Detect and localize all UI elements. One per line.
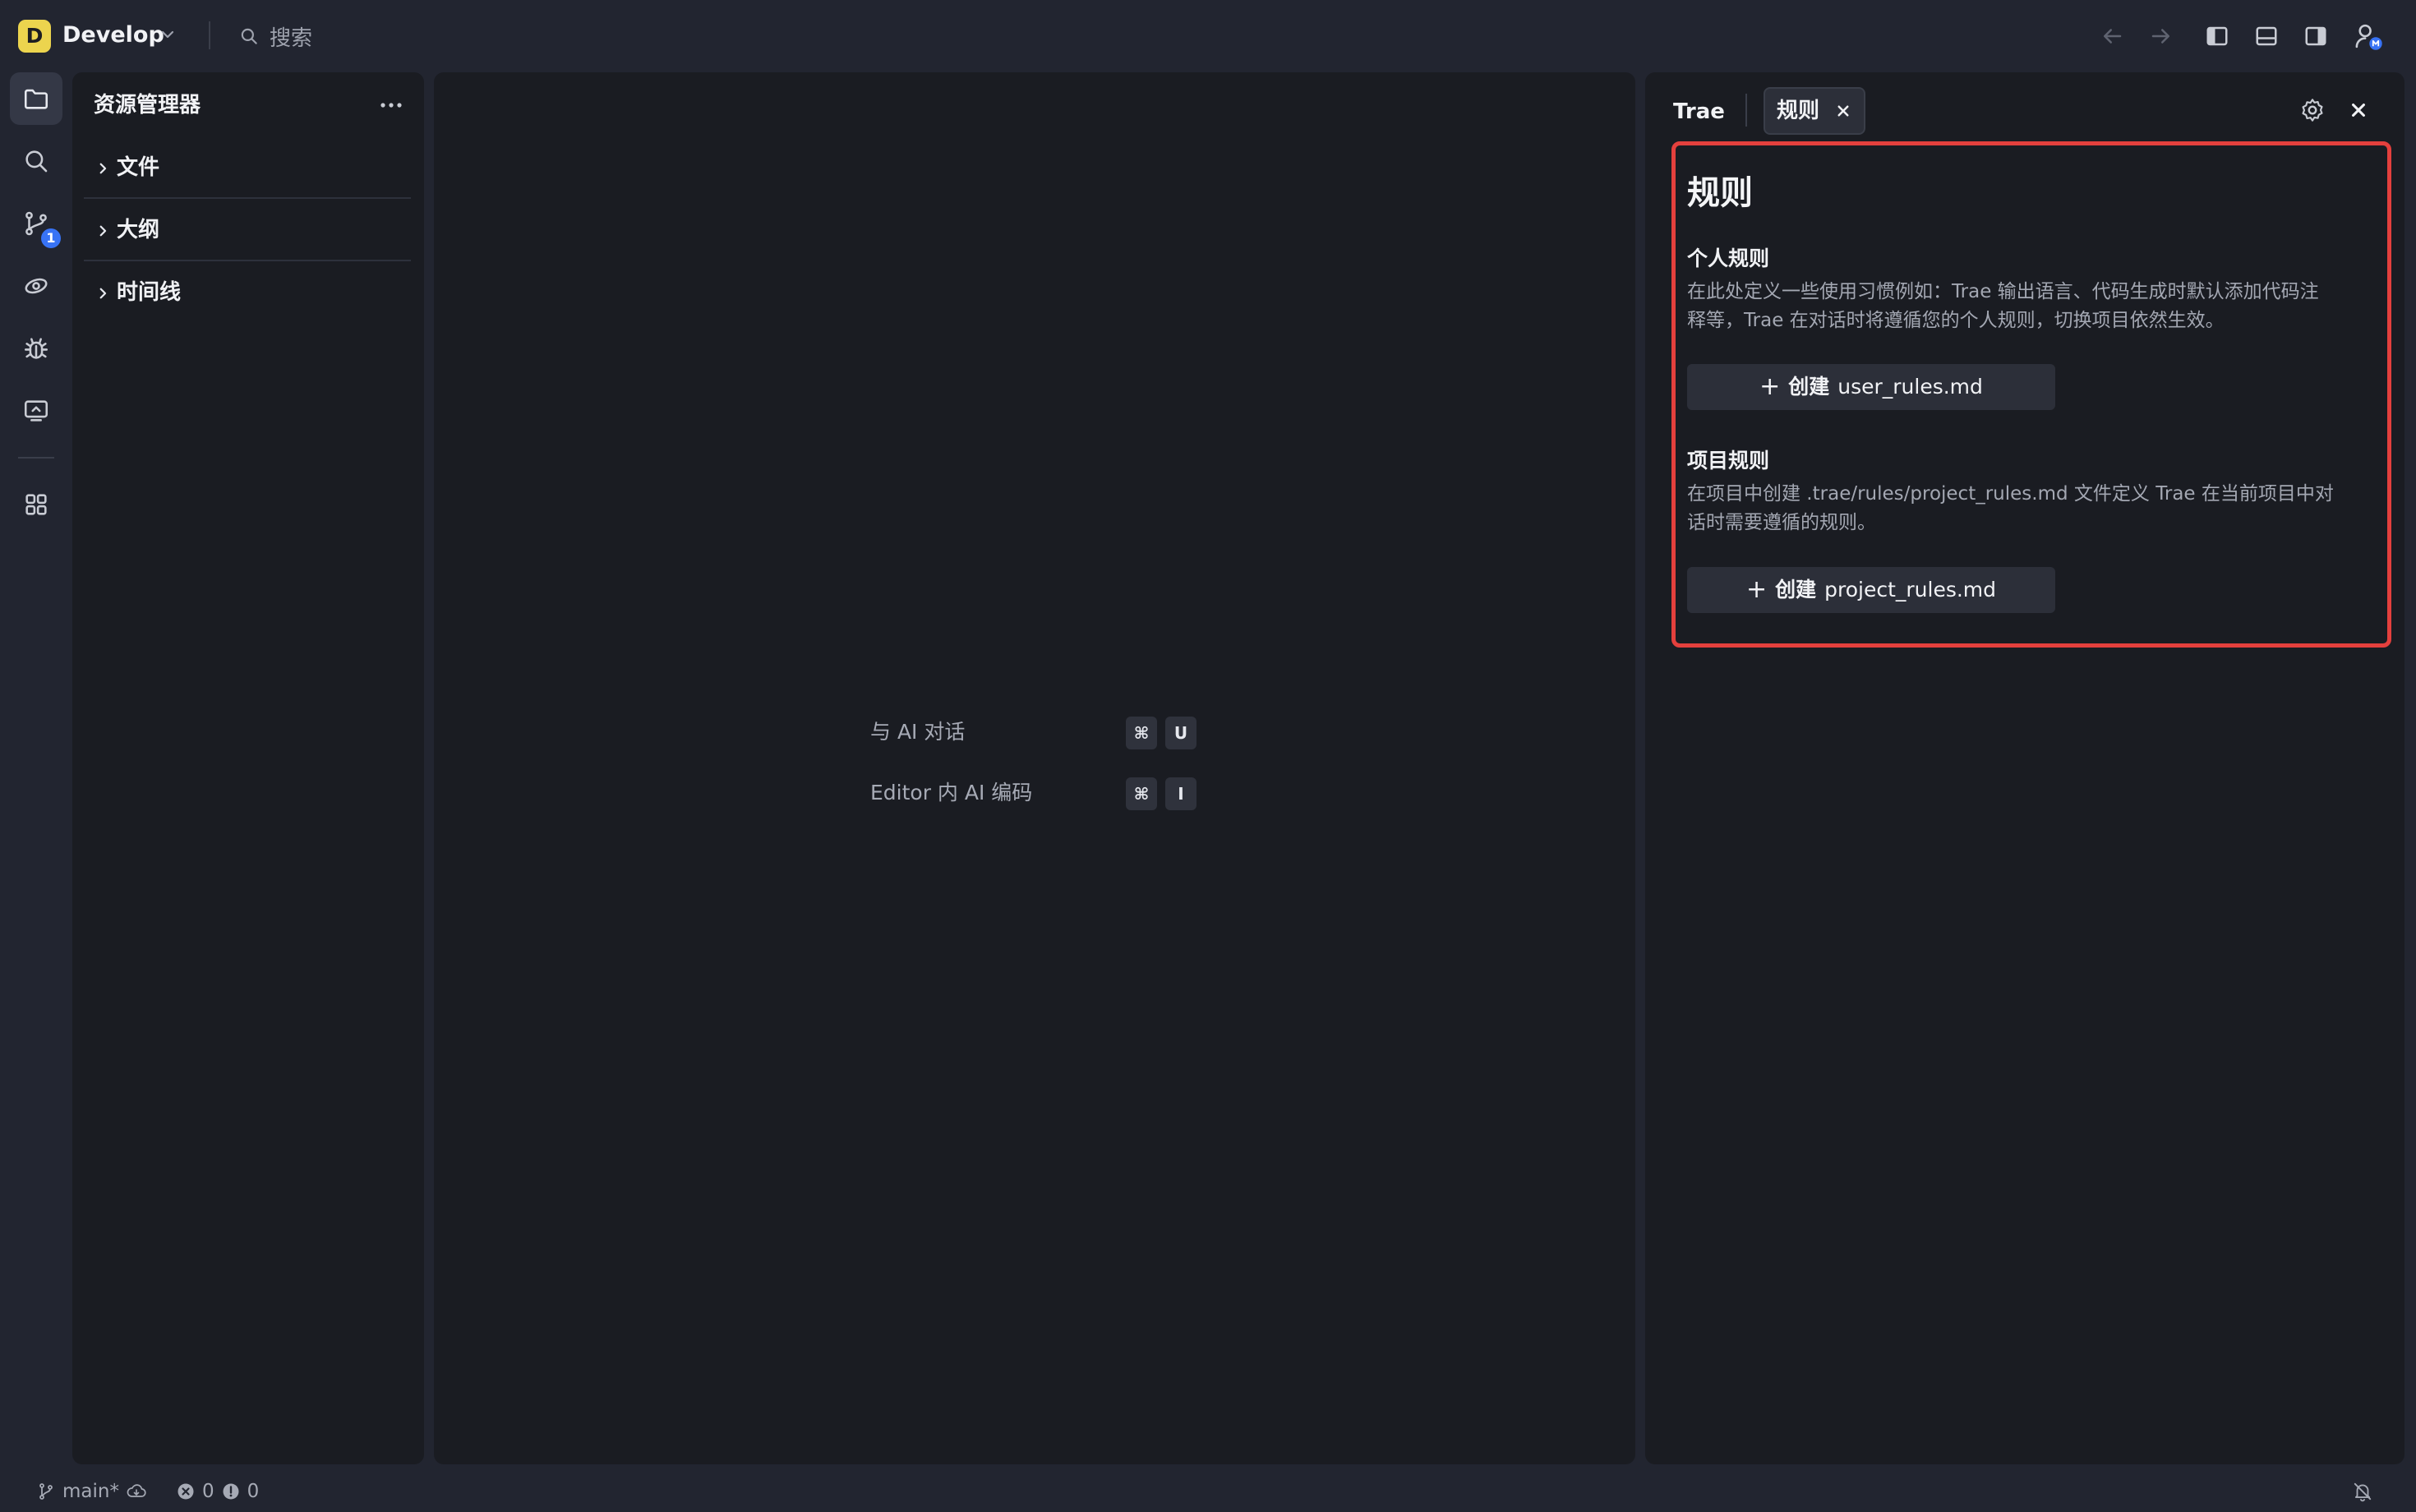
forward-arrow-icon[interactable]	[2145, 20, 2178, 53]
project-rules-filename: project_rules.md	[1824, 578, 1997, 602]
editor-area[interactable]	[434, 72, 1635, 1464]
back-arrow-icon[interactable]	[2096, 20, 2128, 53]
explorer-section-files[interactable]: 文件	[84, 138, 411, 199]
create-label: 创建	[1788, 375, 1830, 399]
project-rules-heading: 项目规则	[1687, 449, 1770, 472]
activity-divider	[18, 457, 54, 459]
more-options-icon[interactable]	[375, 89, 408, 122]
explorer-section-label: 大纲	[117, 218, 160, 242]
account-icon[interactable]	[2352, 20, 2385, 53]
toggle-right-panel-icon[interactable]	[2299, 20, 2332, 53]
source-control-icon[interactable]: 1	[10, 197, 62, 250]
debug-bug-icon[interactable]	[10, 322, 62, 375]
toggle-bottom-panel-icon[interactable]	[2250, 20, 2283, 53]
chevron-right-icon	[95, 161, 110, 176]
search-icon	[238, 25, 260, 47]
i-key: I	[1165, 777, 1196, 810]
branch-indicator[interactable]: main*	[36, 1476, 147, 1507]
personal-rules-description-line-1: 在此处定义一些使用习惯例如：Trae 输出语言、代码生成时默认添加代码注	[1687, 281, 2319, 302]
title-divider	[209, 21, 210, 49]
explorer-section-label: 文件	[117, 155, 160, 180]
create-project-rules-button[interactable]: + 创建 project_rules.md	[1687, 567, 2055, 613]
problems-indicator[interactable]: 0 0	[176, 1476, 259, 1507]
extensions-icon[interactable]	[10, 478, 62, 531]
tab-divider	[1745, 94, 1747, 127]
title-bar: D Develop 搜索	[0, 0, 2416, 71]
close-tab-icon[interactable]	[1833, 100, 1854, 122]
remote-explorer-icon[interactable]	[10, 260, 62, 312]
warning-count: 0	[247, 1481, 260, 1502]
explorer-panel: 资源管理器 文件 大纲 时间线	[72, 72, 424, 1464]
toggle-left-panel-icon[interactable]	[2201, 20, 2234, 53]
personal-rules-heading: 个人规则	[1687, 247, 1770, 270]
error-count: 0	[202, 1481, 214, 1502]
explorer-section-label: 时间线	[117, 280, 182, 305]
shortcut-label: 与 AI 对话	[870, 720, 966, 744]
settings-gear-icon[interactable]	[2296, 94, 2329, 127]
chevron-right-icon	[95, 224, 110, 238]
workspace-name[interactable]: Develop	[62, 21, 164, 50]
git-branch-icon	[36, 1482, 56, 1501]
explorer-title: 资源管理器	[94, 93, 201, 118]
search-placeholder: 搜索	[270, 25, 313, 51]
tab-rules[interactable]: 规则	[1764, 87, 1865, 135]
rules-content-highlight: 规则 个人规则 在此处定义一些使用习惯例如：Trae 输出语言、代码生成时默认添…	[1671, 141, 2391, 648]
cloud-sync-icon[interactable]	[126, 1482, 147, 1500]
tab-trae[interactable]: Trae	[1673, 97, 1725, 127]
status-bar: main* 0 0	[0, 1471, 2416, 1512]
explorer-icon[interactable]	[10, 72, 62, 125]
plus-icon: +	[1745, 575, 1768, 604]
create-label: 创建	[1775, 578, 1817, 602]
cmd-key: ⌘	[1126, 777, 1157, 810]
search-box[interactable]: 搜索	[238, 20, 312, 53]
workspace-badge[interactable]: D	[18, 20, 51, 53]
project-rules-description-line-2: 话时需要遵循的规则。	[1687, 512, 1876, 533]
create-user-rules-button[interactable]: + 创建 user_rules.md	[1687, 364, 2055, 410]
scm-count-badge: 1	[41, 228, 61, 248]
shortcut-label: Editor 内 AI 编码	[870, 781, 1033, 804]
plus-icon: +	[1759, 372, 1781, 401]
close-panel-icon[interactable]	[2342, 94, 2375, 127]
explorer-section-timeline[interactable]: 时间线	[84, 263, 411, 324]
search-icon[interactable]	[10, 135, 62, 187]
notifications-muted-icon[interactable]	[2352, 1476, 2373, 1507]
chevron-right-icon	[95, 286, 110, 301]
error-icon	[176, 1482, 196, 1501]
ai-side-panel: Trae 规则 规则 个人规则 在此处定义一些使用习惯例如：Trae 输出语言、…	[1645, 72, 2404, 1464]
tab-rules-label: 规则	[1777, 99, 1820, 123]
cmd-key: ⌘	[1126, 717, 1157, 749]
project-rules-description-line-1: 在项目中创建 .trae/rules/project_rules.md 文件定义…	[1687, 483, 2334, 505]
remote-display-icon[interactable]	[10, 385, 62, 437]
user-rules-filename: user_rules.md	[1837, 375, 1983, 399]
explorer-section-outline[interactable]: 大纲	[84, 201, 411, 261]
rules-title: 规则	[1687, 174, 1753, 212]
personal-rules-description-line-2: 释等，Trae 在对话时将遵循您的个人规则，切换项目依然生效。	[1687, 310, 2225, 331]
chevron-down-icon[interactable]	[158, 25, 178, 44]
u-key: U	[1165, 717, 1196, 749]
warning-icon	[221, 1482, 241, 1501]
branch-name: main*	[62, 1481, 119, 1502]
